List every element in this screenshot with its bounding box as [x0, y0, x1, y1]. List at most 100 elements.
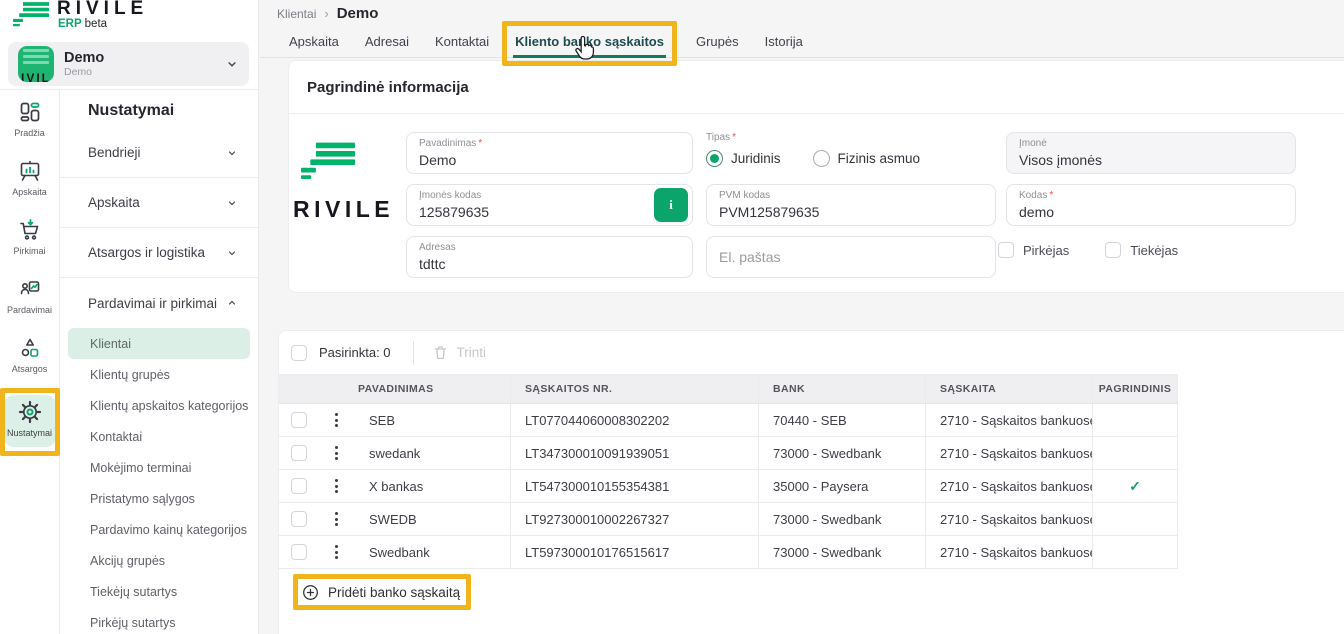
rail-label: Atsargos	[12, 364, 48, 374]
select-all-checkbox[interactable]	[291, 345, 307, 361]
info-button[interactable]: i	[654, 188, 688, 222]
sidebar-item-pirkeju-sutartys[interactable]: Pirkėjų sutartys	[60, 607, 258, 634]
row-menu-icon[interactable]	[329, 543, 343, 560]
sidebar-item-klientu-grupes[interactable]: Klientų grupės	[60, 359, 258, 390]
sidebar-item-mokejimo-terminai[interactable]: Mokėjimo terminai	[60, 452, 258, 483]
row-menu-icon[interactable]	[329, 411, 343, 428]
checkbox-tiekejas[interactable]: Tiekėjas	[1105, 242, 1178, 258]
checkbox-icon[interactable]	[1105, 242, 1121, 258]
imone-field[interactable]: Įmonė Visos įmonės	[1006, 132, 1296, 174]
table-row[interactable]: SWEDB LT927300010002267327 73000 - Swedb…	[279, 503, 1178, 536]
brand-stage: beta	[85, 18, 107, 30]
chevron-down-icon	[225, 57, 239, 71]
adresas-field[interactable]: Adresas tdttc	[406, 236, 693, 278]
rail-item-pardavimai[interactable]: Pardavimai	[4, 277, 56, 325]
tab-grupes[interactable]: Grupės	[696, 27, 739, 57]
toolbar-divider	[413, 341, 414, 365]
form-body: RIVILE Pavadinimas* Demo Tipas* Juridini…	[289, 114, 1344, 293]
nav-group-apskaita[interactable]: Apskaita	[60, 178, 258, 228]
pavadinimas-field[interactable]: Pavadinimas* Demo	[406, 132, 693, 174]
adresas-value: tdttc	[419, 255, 680, 273]
imones-kodas-field[interactable]: Įmonės kodas 125879635 i	[406, 184, 693, 226]
radio-fizinis-asmuo[interactable]: Fizinis asmuo	[813, 150, 921, 167]
report-board-icon	[18, 159, 42, 183]
radio-juridinis[interactable]: Juridinis	[706, 150, 781, 167]
row-checkbox[interactable]	[291, 412, 307, 428]
company-avatar: IVIL	[18, 46, 54, 82]
dashboard-icon	[18, 100, 42, 124]
row-menu-icon[interactable]	[329, 510, 343, 527]
row-checkbox[interactable]	[291, 511, 307, 527]
row-checkbox[interactable]	[291, 544, 307, 560]
table-row[interactable]: X bankas LT547300010155354381 35000 - Pa…	[279, 470, 1178, 503]
row-menu-icon[interactable]	[329, 444, 343, 461]
pvm-kodas-field[interactable]: PVM kodas PVM125879635	[706, 184, 996, 226]
rail-label: Pardavimai	[7, 305, 52, 315]
section-header: Pagrindinė informacija	[289, 61, 1344, 114]
sidebar-item-klientu-apskaitos-kategorijos[interactable]: Klientų apskaitos kategorijos	[60, 390, 258, 421]
trash-icon	[432, 344, 449, 361]
chevron-down-icon	[226, 147, 238, 159]
delete-button[interactable]: Trinti	[432, 344, 487, 361]
nav-group-bendrieji[interactable]: Bendrieji	[60, 128, 258, 178]
radio-selected-icon[interactable]	[706, 150, 723, 167]
tab-apskaita[interactable]: Apskaita	[289, 27, 339, 57]
chevron-up-icon	[226, 297, 238, 309]
tab-adresai[interactable]: Adresai	[365, 27, 409, 57]
breadcrumb: Klientai › Demo	[260, 0, 1344, 27]
rail-label: Pirkimai	[13, 246, 45, 256]
tab-kliento-banko-saskaitos[interactable]: Kliento banko sąskaitos	[515, 27, 664, 57]
rail-item-pirkimai[interactable]: Pirkimai	[4, 218, 56, 266]
rail-item-nustatymai[interactable]: Nustatymai	[4, 395, 56, 447]
tab-kontaktai[interactable]: Kontaktai	[435, 27, 489, 57]
sidebar-item-pristatymo-salygos[interactable]: Pristatymo sąlygos	[60, 483, 258, 514]
add-bank-account-button[interactable]: Pridėti banko sąskaitą	[302, 581, 460, 603]
cursor-pointer-icon	[573, 36, 596, 61]
company-texts: Demo Demo	[64, 50, 225, 78]
company-code: Demo	[64, 66, 225, 78]
rail-label: Pradžia	[14, 128, 45, 138]
col-header-pagrindinis: PAGRINDINIS	[1093, 374, 1178, 403]
table-row[interactable]: swedank LT347300010091939051 73000 - Swe…	[279, 437, 1178, 470]
brand-product: ERP	[58, 18, 82, 30]
radio-unselected-icon[interactable]	[813, 150, 830, 167]
row-menu-icon[interactable]	[329, 477, 343, 494]
tipas-radio-group: Tipas* Juridinis Fizinis asmuo	[706, 132, 996, 167]
pavadinimas-value: Demo	[419, 151, 680, 169]
required-asterisk: *	[1049, 190, 1053, 201]
nav-group-atsargos-logistika[interactable]: Atsargos ir logistika	[60, 228, 258, 278]
app-window: RIVILE ERPbeta IVIL Demo Demo Pradžia	[0, 0, 1344, 634]
settings-subnav: Nustatymai Bendrieji Apskaita Atsargos i…	[60, 90, 259, 634]
checkbox-pirkejas[interactable]: Pirkėjas	[998, 242, 1069, 258]
sidebar-item-klientai[interactable]: Klientai	[68, 328, 250, 359]
kodas-value: demo	[1019, 203, 1283, 221]
sales-person-chart-icon	[18, 277, 42, 301]
company-selector[interactable]: IVIL Demo Demo	[8, 42, 249, 86]
el-pastas-field[interactable]: El. paštas	[706, 236, 996, 278]
sidebar-item-tiekeju-sutartys[interactable]: Tiekėjų sutartys	[60, 576, 258, 607]
checkbox-icon[interactable]	[998, 242, 1014, 258]
section-title: Pagrindinė informacija	[307, 79, 469, 96]
rail-item-pradzia[interactable]: Pradžia	[4, 100, 56, 148]
imones-kodas-value: 125879635	[419, 203, 680, 221]
left-panel: RIVILE ERPbeta IVIL Demo Demo Pradžia	[0, 0, 259, 634]
brand-name: RIVILE	[57, 0, 148, 20]
col-header-saskaita: SĄSKAITA	[926, 374, 1093, 403]
rail-item-atsargos[interactable]: Atsargos	[4, 336, 56, 384]
company-name: Demo	[64, 50, 225, 66]
nav-group-pardavimai-pirkimai[interactable]: Pardavimai ir pirkimai	[60, 278, 258, 328]
sidebar-item-pardavimo-kainu-kategorijos[interactable]: Pardavimo kainų kategorijos	[60, 514, 258, 545]
rail-item-apskaita[interactable]: Apskaita	[4, 159, 56, 207]
chevron-down-icon	[226, 197, 238, 209]
tab-istorija[interactable]: Istorija	[765, 27, 803, 57]
row-checkbox[interactable]	[291, 445, 307, 461]
table-row[interactable]: Swedbank LT597300010176515617 73000 - Sw…	[279, 536, 1178, 569]
table-row[interactable]: SEB LT077044060008302202 70440 - SEB 271…	[279, 404, 1178, 437]
sidebar-item-kontaktai[interactable]: Kontaktai	[60, 421, 258, 452]
el-pastas-placeholder: El. paštas	[719, 248, 780, 266]
kodas-field[interactable]: Kodas* demo	[1006, 184, 1296, 226]
gear-icon	[18, 400, 42, 424]
row-checkbox[interactable]	[291, 478, 307, 494]
sidebar-item-akciju-grupes[interactable]: Akcijų grupės	[60, 545, 258, 576]
breadcrumb-parent[interactable]: Klientai	[277, 7, 316, 21]
